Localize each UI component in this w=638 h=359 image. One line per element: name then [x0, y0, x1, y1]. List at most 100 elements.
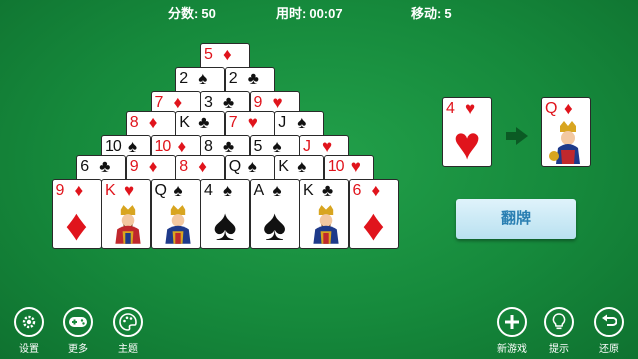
card-rank: K: [278, 158, 289, 175]
plus-button[interactable]: 新游戏: [487, 307, 537, 355]
time-label: 用时:: [276, 6, 307, 21]
card-rank: Q: [545, 100, 557, 117]
card-suit: ♠: [297, 157, 307, 176]
card-rank: K: [179, 114, 190, 131]
gamepad-button[interactable]: 更多: [53, 307, 103, 355]
face-portrait-icon: [164, 205, 191, 244]
gamepad-icon: [63, 307, 93, 337]
card-suit: ♦: [148, 113, 158, 132]
card-rank: 8: [179, 158, 188, 175]
card-center-suit: ♦: [362, 201, 385, 249]
card-suit: ♦: [177, 137, 187, 156]
card-suit: ♠: [198, 69, 208, 88]
card-suit: ♥: [272, 93, 283, 112]
moves-display: 移动: 5: [411, 3, 452, 22]
card-rank: A: [253, 182, 265, 199]
card-rank: 2: [228, 70, 238, 87]
card-suit: ♦: [148, 157, 158, 176]
card-suit: ♦: [173, 93, 183, 112]
pyramid-card[interactable]: A ♠ ♠: [249, 179, 300, 249]
score-label: 分数:: [168, 6, 199, 21]
lightbulb-button[interactable]: 提示: [534, 307, 584, 355]
card-suit: ♣: [99, 157, 111, 176]
card-rank: 10: [105, 138, 122, 155]
stock-card[interactable]: Q ♦: [541, 97, 591, 167]
queen-portrait-icon: [549, 121, 580, 164]
gear-label: 设置: [19, 344, 39, 355]
card-suit: ♠: [173, 181, 183, 200]
undo-label: 还原: [599, 344, 619, 355]
score-display: 分数: 50: [168, 3, 216, 22]
flip-card-button[interactable]: 翻牌: [456, 199, 576, 239]
palette-icon: [113, 307, 143, 337]
card-rank: J: [303, 138, 311, 155]
card-suit: ♠: [128, 137, 138, 156]
card-rank: 9: [129, 158, 139, 175]
card-rank: 2: [179, 70, 188, 87]
card-rank: J: [278, 114, 286, 131]
moves-value: 5: [444, 6, 452, 21]
face-portrait-icon: [115, 205, 141, 244]
moves-label: 移动:: [411, 6, 442, 21]
card-suit: ♠: [272, 137, 282, 156]
card-suit: ♦: [371, 181, 381, 200]
palette-button[interactable]: 主题: [103, 307, 153, 355]
card-suit: ♦: [564, 99, 573, 118]
card-center-suit: ♠: [213, 201, 237, 249]
plus-icon: [497, 307, 527, 337]
pyramid-card[interactable]: 9 ♦ ♦: [51, 179, 102, 249]
score-value: 50: [201, 6, 216, 21]
card-rank: 9: [253, 94, 263, 111]
gear-button[interactable]: 设置: [4, 307, 54, 355]
card-rank: 6: [352, 182, 362, 199]
face-portrait-icon: [313, 205, 339, 244]
card-suit: ♣: [223, 137, 235, 156]
card-suit: ♥: [322, 137, 333, 156]
card-suit: ♠: [247, 157, 257, 176]
card-suit: ♥: [247, 113, 258, 132]
card-rank: 4: [204, 182, 213, 199]
card-rank: 4: [446, 100, 455, 117]
card-rank: 10: [327, 158, 345, 175]
time-value: 00:07: [309, 6, 343, 21]
card-suit: ♥: [465, 99, 476, 118]
palette-label: 主题: [118, 344, 138, 355]
pyramid-card[interactable]: K ♣: [299, 179, 349, 249]
card-rank: 9: [55, 182, 65, 199]
undo-button[interactable]: 还原: [584, 307, 634, 355]
card-rank: K: [105, 182, 116, 199]
time-display: 用时: 00:07: [276, 3, 343, 22]
pyramid-card[interactable]: K ♥: [101, 179, 151, 249]
gear-icon: [14, 307, 44, 337]
card-suit: ♠: [297, 113, 307, 132]
card-suit: ♣: [247, 69, 259, 88]
card-suit: ♥: [350, 157, 361, 176]
card-rank: 8: [129, 114, 139, 131]
card-center-suit: ♦: [65, 201, 88, 249]
pyramid-card[interactable]: Q ♠: [150, 179, 201, 249]
card-suit: ♠: [223, 181, 233, 200]
card-suit: ♦: [198, 157, 207, 176]
card-suit: ♣: [322, 181, 334, 200]
lightbulb-label: 提示: [549, 344, 569, 355]
undo-icon: [594, 307, 624, 337]
card-rank: Q: [154, 182, 167, 199]
card-suit: ♣: [198, 113, 210, 132]
card-rank: 7: [228, 114, 238, 131]
card-suit: ♠: [272, 181, 282, 200]
pyramid-card[interactable]: 4 ♠ ♠: [200, 179, 250, 249]
card-suit: ♣: [223, 93, 235, 112]
gamepad-label: 更多: [68, 344, 88, 355]
waste-card[interactable]: 4 ♥ ♥: [442, 97, 492, 167]
card-suit: ♦: [74, 181, 84, 200]
card-center-suit: ♥: [453, 117, 481, 167]
card-center-suit: ♠: [262, 201, 287, 249]
card-suit: ♥: [124, 181, 135, 200]
card-rank: 7: [154, 94, 164, 111]
card-rank: 8: [204, 138, 213, 155]
pyramid-card[interactable]: 6 ♦ ♦: [348, 179, 399, 249]
card-face-art: [110, 205, 146, 246]
card-rank: K: [303, 182, 314, 199]
card-rank: Q: [228, 158, 241, 175]
arrow-right-icon: [506, 127, 528, 145]
